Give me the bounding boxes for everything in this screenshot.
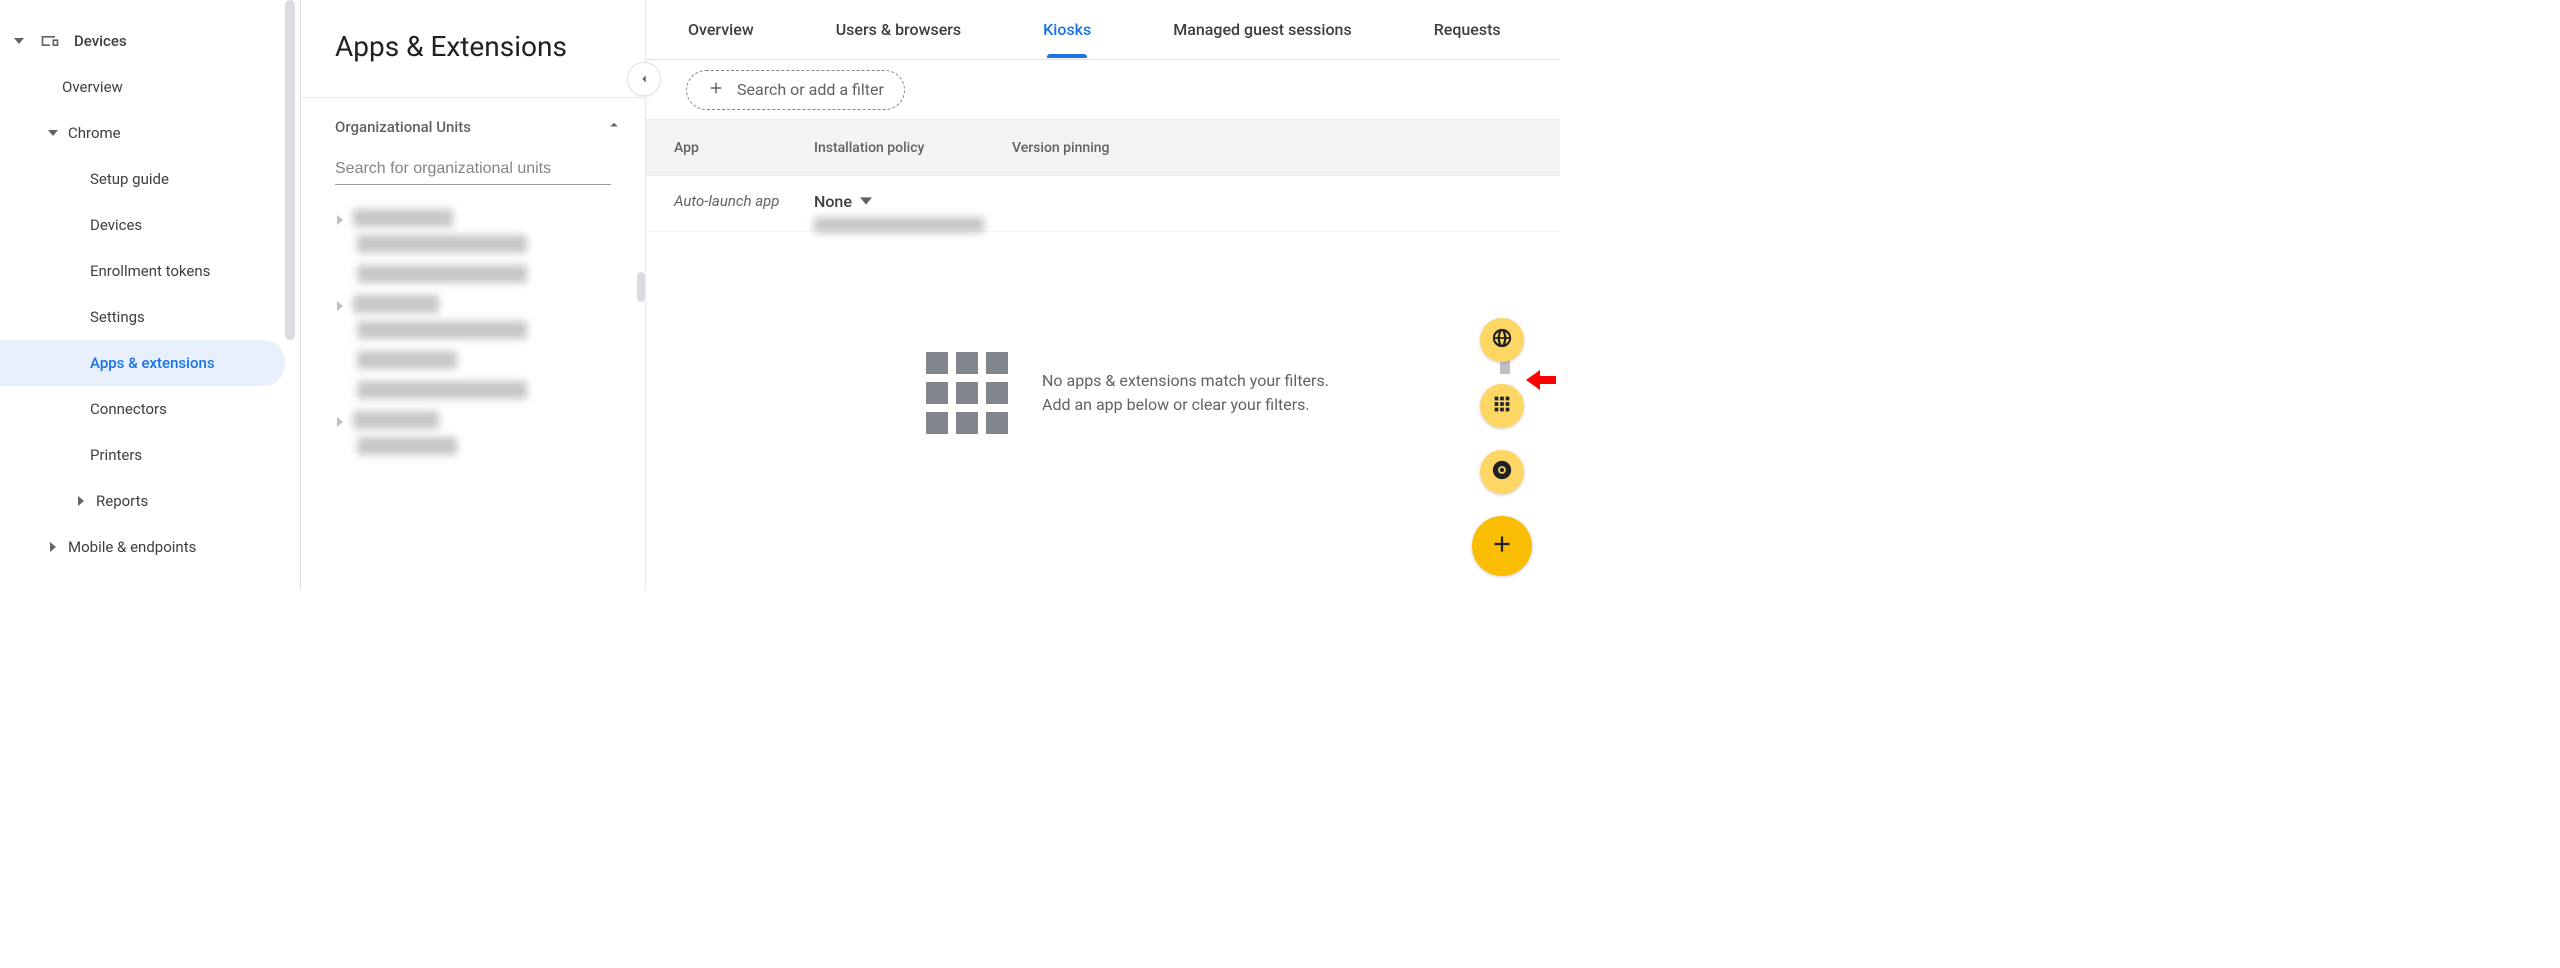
chevron-up-icon — [605, 116, 623, 138]
tab-users-browsers[interactable]: Users & browsers — [834, 20, 963, 39]
add-chrome-app-fab[interactable] — [1480, 450, 1524, 494]
caret-right-icon — [335, 415, 345, 425]
column-version: Version pinning — [1012, 140, 1110, 156]
tab-kiosks[interactable]: Kiosks — [1041, 20, 1093, 39]
redacted-text — [357, 321, 527, 339]
nav-connectors-label: Connectors — [90, 400, 167, 418]
empty-line2: Add an app below or clear your filters. — [1042, 393, 1329, 417]
caret-right-icon — [76, 496, 88, 506]
ou-item[interactable] — [335, 411, 629, 429]
empty-line1: No apps & extensions match your filters. — [1042, 369, 1329, 393]
fab-column — [1472, 318, 1532, 576]
nav-devices-sub-label: Devices — [90, 216, 142, 234]
ou-scrollbar[interactable] — [637, 272, 645, 302]
ou-search-input[interactable] — [335, 156, 611, 185]
nav-chrome-label: Chrome — [68, 124, 121, 142]
autolaunch-row: Auto-launch app None — [646, 176, 1560, 232]
nav-devices[interactable]: Devices — [0, 18, 299, 64]
collapse-ou-panel-button[interactable] — [627, 62, 661, 96]
annotation-arrow — [1526, 368, 1556, 392]
nav-enroll[interactable]: Enrollment tokens — [0, 248, 299, 294]
filter-row: Search or add a filter — [646, 60, 1560, 120]
redacted-text — [353, 295, 439, 313]
tab-overview[interactable]: Overview — [686, 20, 756, 39]
filter-chip-label: Search or add a filter — [737, 80, 884, 99]
nav-reports-label: Reports — [96, 492, 148, 510]
page-title: Apps & Extensions — [301, 0, 645, 97]
caret-right-icon — [48, 542, 60, 552]
main-content: Overview Users & browsers Kiosks Managed… — [646, 0, 1560, 590]
nav-printers-label: Printers — [90, 446, 142, 464]
nav-connectors[interactable]: Connectors — [0, 386, 299, 432]
caret-right-icon — [335, 213, 345, 223]
nav-setup[interactable]: Setup guide — [0, 156, 299, 202]
nav-mobile-label: Mobile & endpoints — [68, 538, 196, 556]
caret-down-icon — [14, 36, 26, 46]
autolaunch-select[interactable]: None — [814, 192, 984, 211]
redacted-text — [357, 381, 527, 399]
ou-header[interactable]: Organizational Units — [301, 98, 645, 156]
nav-settings-label: Settings — [90, 308, 145, 326]
ou-header-label: Organizational Units — [335, 118, 471, 136]
nav-settings[interactable]: Settings — [0, 294, 299, 340]
nav-chrome[interactable]: Chrome — [0, 110, 299, 156]
nav-devices-label: Devices — [74, 32, 127, 50]
tab-requests[interactable]: Requests — [1432, 20, 1503, 39]
nav-setup-label: Setup guide — [90, 170, 169, 188]
nav-apps-ext-label: Apps & extensions — [90, 354, 215, 372]
nav-printers[interactable]: Printers — [0, 432, 299, 478]
redacted-text — [814, 217, 984, 233]
nav-reports[interactable]: Reports — [0, 478, 299, 524]
caret-right-icon — [335, 299, 345, 309]
ou-list — [301, 203, 645, 459]
redacted-text — [357, 235, 527, 253]
empty-state: No apps & extensions match your filters.… — [926, 352, 1560, 434]
empty-state-text: No apps & extensions match your filters.… — [1042, 369, 1329, 417]
tab-bar: Overview Users & browsers Kiosks Managed… — [646, 0, 1560, 60]
column-policy: Installation policy — [814, 140, 1012, 156]
plus-icon — [707, 79, 725, 101]
nav-apps-extensions[interactable]: Apps & extensions — [0, 340, 285, 386]
caret-down-icon — [860, 192, 872, 211]
left-nav: Devices Overview Chrome Setup guide Devi… — [0, 0, 300, 590]
caret-down-icon — [48, 128, 60, 138]
nav-overview-label: Overview — [62, 78, 123, 96]
autolaunch-value: None — [814, 192, 852, 211]
add-app-fab[interactable] — [1472, 516, 1532, 576]
ou-item[interactable] — [335, 295, 629, 313]
nav-mobile[interactable]: Mobile & endpoints — [0, 524, 299, 570]
nav-devices-sub[interactable]: Devices — [0, 202, 299, 248]
globe-icon — [1491, 327, 1513, 353]
redacted-text — [357, 351, 457, 369]
redacted-text — [357, 265, 527, 283]
column-app: App — [674, 140, 814, 156]
apps-grid-icon — [926, 352, 1008, 434]
tab-managed-guest[interactable]: Managed guest sessions — [1171, 20, 1353, 39]
sidebar-scrollbar[interactable] — [285, 0, 295, 340]
redacted-text — [353, 209, 453, 227]
add-by-url-fab[interactable] — [1480, 318, 1524, 362]
redacted-text — [353, 411, 439, 429]
apps-grid-icon — [1491, 393, 1513, 419]
chrome-icon — [1491, 459, 1513, 485]
filter-chip[interactable]: Search or add a filter — [686, 70, 905, 110]
column-header-row: App Installation policy Version pinning — [646, 120, 1560, 176]
ou-item[interactable] — [335, 209, 629, 227]
nav-enroll-label: Enrollment tokens — [90, 262, 210, 280]
autolaunch-label: Auto-launch app — [674, 192, 814, 210]
add-from-play-fab[interactable] — [1480, 384, 1524, 428]
redacted-text — [357, 437, 457, 455]
ou-panel: Apps & Extensions Organizational Units — [300, 0, 646, 590]
devices-icon — [40, 31, 60, 51]
plus-icon — [1489, 531, 1515, 561]
nav-overview[interactable]: Overview — [0, 64, 299, 110]
